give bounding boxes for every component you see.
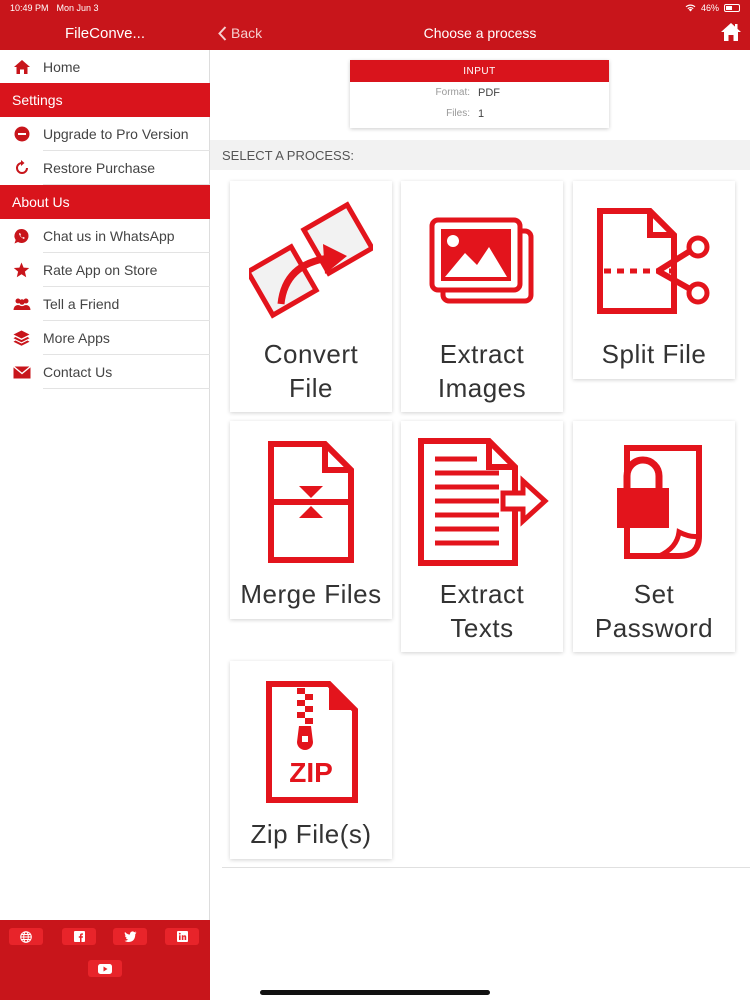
sidebar-title: FileConve...	[0, 16, 210, 50]
facebook-icon[interactable]	[62, 928, 96, 945]
sidebar-item-rate[interactable]: Rate App on Store	[0, 253, 210, 287]
home-button[interactable]	[720, 22, 742, 44]
back-button[interactable]: Back	[218, 16, 262, 50]
home-indicator[interactable]	[260, 990, 490, 995]
social-bar	[0, 920, 210, 1000]
sidebar-item-restore[interactable]: Restore Purchase	[0, 151, 210, 185]
chevron-left-icon	[218, 25, 227, 41]
sidebar-item-upgrade[interactable]: Upgrade to Pro Version	[0, 117, 210, 151]
format-value: PDF	[478, 86, 500, 99]
process-label: Set Password	[594, 579, 714, 643]
extract-texts-icon	[412, 427, 552, 577]
about-section-header: About Us	[0, 185, 210, 219]
mail-icon	[0, 365, 43, 379]
wifi-icon	[685, 4, 696, 12]
sidebar-item-contact[interactable]: Contact Us	[0, 355, 210, 389]
process-label: Convert File	[263, 339, 359, 403]
sidebar-item-whatsapp[interactable]: Chat us in WhatsApp	[0, 219, 210, 253]
files-row: Files: 1	[350, 103, 609, 124]
svg-text:ZIP: ZIP	[289, 757, 333, 788]
linkedin-icon[interactable]	[165, 928, 199, 945]
youtube-icon[interactable]	[88, 960, 122, 977]
input-header: INPUT	[350, 60, 609, 82]
back-label: Back	[231, 25, 263, 41]
divider	[222, 867, 750, 868]
sidebar-item-more-apps[interactable]: More Apps	[0, 321, 210, 355]
process-zip-files[interactable]: ZIP Zip File(s)	[230, 661, 392, 859]
sidebar-item-label: Chat us in WhatsApp	[43, 219, 210, 253]
select-process-label: SELECT A PROCESS:	[210, 140, 750, 170]
home-icon	[721, 23, 741, 41]
input-summary-card: INPUT Format: PDF Files: 1	[350, 60, 609, 128]
page-title: Choose a process	[423, 25, 537, 41]
minus-circle-icon	[0, 126, 43, 142]
set-password-icon	[584, 427, 724, 577]
refresh-icon	[0, 160, 43, 176]
process-label: Merge Files	[240, 579, 382, 609]
process-extract-texts[interactable]: Extract Texts	[401, 421, 563, 652]
sidebar-item-label: Restore Purchase	[43, 151, 210, 185]
process-label: Extract Texts	[439, 579, 525, 643]
status-time: 10:49 PM	[10, 3, 49, 13]
sidebar-item-label: Contact Us	[43, 355, 210, 389]
people-icon	[0, 297, 43, 311]
process-convert-file[interactable]: Convert File	[230, 181, 392, 412]
twitter-icon[interactable]	[113, 928, 147, 945]
globe-icon[interactable]	[9, 928, 43, 945]
layers-icon	[0, 330, 43, 346]
battery-percent: 46%	[700, 3, 719, 13]
status-bar: 10:49 PM Mon Jun 3 46%	[0, 0, 750, 16]
zip-file-icon: ZIP	[241, 667, 381, 817]
sidebar-item-label: More Apps	[43, 321, 210, 355]
process-label: Split File	[601, 339, 707, 369]
sidebar-item-label: Home	[43, 50, 210, 84]
sidebar-item-home[interactable]: Home	[0, 50, 210, 84]
merge-files-icon	[241, 427, 381, 577]
settings-section-header: Settings	[0, 83, 210, 117]
split-file-icon	[584, 187, 724, 337]
navigation-bar: Choose a process Back	[210, 16, 750, 50]
process-label: Extract Images	[437, 339, 527, 403]
status-date: Mon Jun 3	[56, 3, 99, 13]
process-split-file[interactable]: Split File	[573, 181, 735, 379]
sidebar-item-label: Tell a Friend	[43, 287, 210, 321]
sidebar-item-label: Rate App on Store	[43, 253, 210, 287]
convert-file-icon	[241, 187, 381, 337]
format-row: Format: PDF	[350, 82, 609, 103]
extract-images-icon	[412, 187, 552, 337]
home-icon	[0, 59, 43, 75]
sidebar: FileConve... Home Settings Upgrade to Pr…	[0, 0, 210, 1000]
process-set-password[interactable]: Set Password	[573, 421, 735, 652]
star-icon	[0, 262, 43, 278]
format-label: Format:	[435, 87, 470, 98]
process-label: Zip File(s)	[250, 819, 372, 849]
sidebar-item-label: Upgrade to Pro Version	[43, 117, 210, 151]
process-merge-files[interactable]: Merge Files	[230, 421, 392, 619]
files-value: 1	[478, 107, 485, 120]
process-extract-images[interactable]: Extract Images	[401, 181, 563, 412]
files-label: Files:	[446, 108, 470, 119]
sidebar-item-tell-friend[interactable]: Tell a Friend	[0, 287, 210, 321]
whatsapp-icon	[0, 228, 43, 245]
battery-icon	[724, 4, 740, 12]
